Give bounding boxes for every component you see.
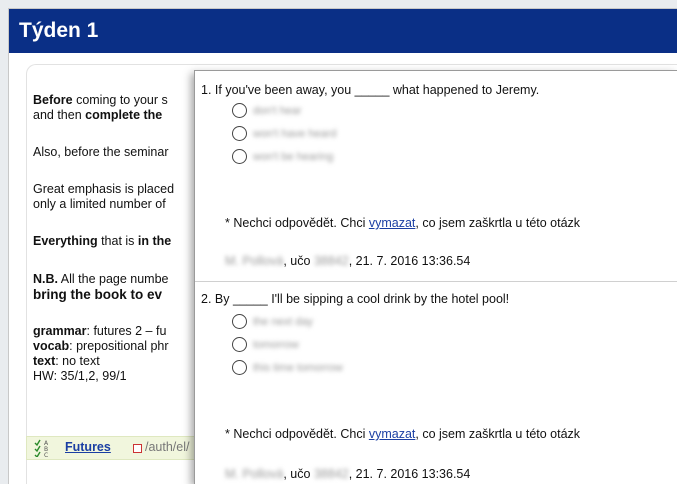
quiz-preview-popup: 1. If you've been away, you _____ what h… xyxy=(194,70,677,484)
q1-option-3-radio[interactable] xyxy=(232,149,247,164)
svg-text:C: C xyxy=(44,452,48,457)
uco-number: 38842 xyxy=(313,467,349,481)
week-header: Týden 1 xyxy=(9,9,677,53)
q2-option-3-label: this time tomorrow xyxy=(253,362,343,374)
q2-author-line: M. Pollová, učo 38842, 21. 7. 2016 13:36… xyxy=(225,467,471,481)
q2-option-1-label: the next day xyxy=(253,316,313,328)
paragraph-complete: and then complete the xyxy=(33,108,163,122)
q1-option-1-radio[interactable] xyxy=(232,103,247,118)
paragraph-emphasis-1: Great emphasis is placed xyxy=(33,182,175,196)
line-text: text: no text xyxy=(33,354,100,368)
paragraph-everything: Everything that is in the xyxy=(33,234,172,248)
week-title: Týden 1 xyxy=(19,19,99,42)
author-name: M. Pollová xyxy=(225,467,284,481)
line-grammar: grammar: futures 2 – fu xyxy=(33,324,167,338)
q2-clear-link[interactable]: vymazat xyxy=(369,427,416,441)
q2-option-2-radio[interactable] xyxy=(232,337,247,352)
author-name: M. Pollová xyxy=(225,254,284,268)
q1-author-line: M. Pollová, učo 38842, 21. 7. 2016 13:36… xyxy=(225,254,471,268)
q2-clear-answer: * Nechci odpovědět. Chci vymazat, co jse… xyxy=(225,427,581,441)
line-homework: HW: 35/1,2, 99/1 xyxy=(33,369,127,383)
uco-number: 38842 xyxy=(313,254,349,268)
question-2-text: 2. By _____ I'll be sipping a cool drink… xyxy=(201,292,510,306)
paragraph-bring-book: bring the book to ev xyxy=(33,287,163,302)
paragraph-seminar: Also, before the seminar xyxy=(33,145,169,159)
q1-option-1-label: don't hear xyxy=(253,105,302,117)
q1-option-3-label: won't be hearing xyxy=(253,151,334,163)
q1-clear-answer: * Nechci odpovědět. Chci vymazat, co jse… xyxy=(225,216,581,230)
timestamp: , 21. 7. 2016 13:36.54 xyxy=(348,254,471,268)
resource-path: /auth/el/ xyxy=(145,440,190,454)
q1-option-2-radio[interactable] xyxy=(232,126,247,141)
question-divider xyxy=(195,281,677,282)
question-1-text: 1. If you've been away, you _____ what h… xyxy=(201,83,540,97)
line-vocab: vocab: prepositional phr xyxy=(33,339,169,353)
quiz-abc-icon: A B C xyxy=(34,439,49,457)
q2-option-3-radio[interactable] xyxy=(232,360,247,375)
popup-window-icon[interactable] xyxy=(133,444,142,453)
futures-link[interactable]: Futures xyxy=(65,440,111,454)
q2-option-1-radio[interactable] xyxy=(232,314,247,329)
paragraph-nb: N.B. All the page numbe xyxy=(33,272,169,286)
q1-clear-link[interactable]: vymazat xyxy=(369,216,416,230)
paragraph-emphasis-2: only a limited number of xyxy=(33,197,166,211)
q1-option-2-label: won't have heard xyxy=(253,128,337,140)
paragraph-before: Before coming to your s xyxy=(33,93,168,107)
before-bold: Before xyxy=(33,93,73,107)
timestamp: , 21. 7. 2016 13:36.54 xyxy=(348,467,471,481)
q2-option-2-label: tomorrow xyxy=(253,339,299,351)
